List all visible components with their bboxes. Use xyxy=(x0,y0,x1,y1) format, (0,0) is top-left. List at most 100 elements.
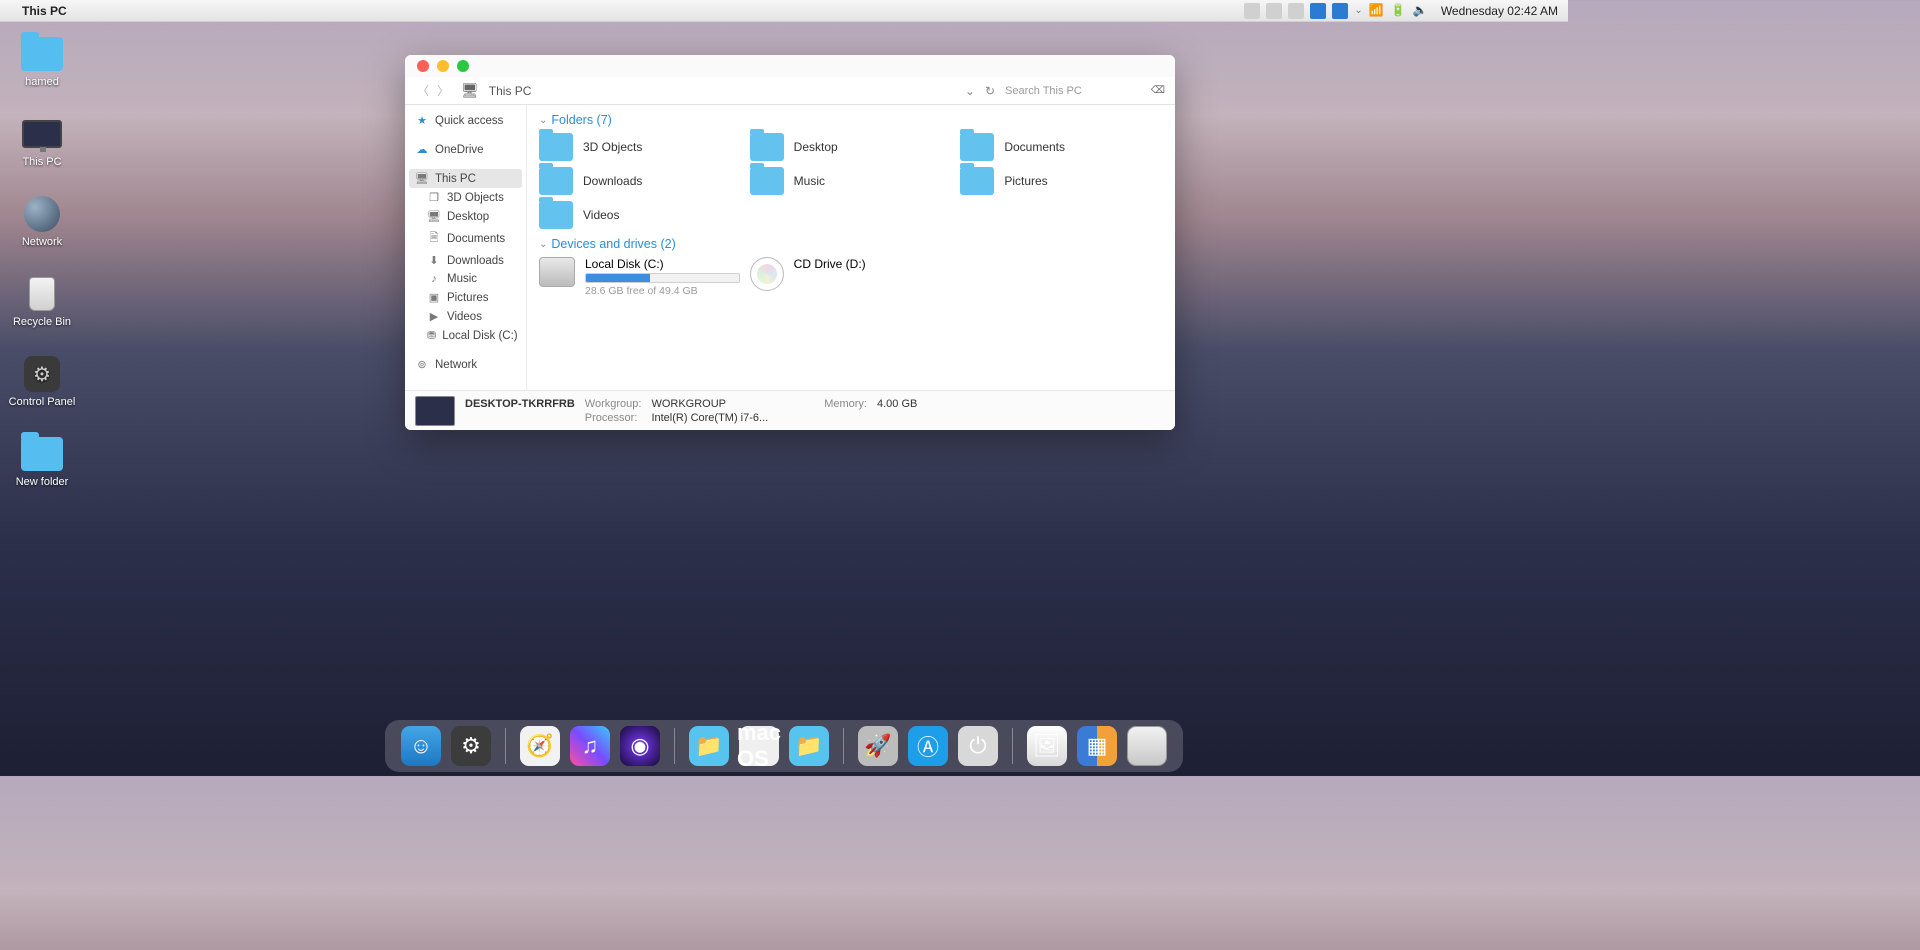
sidebar-thispc[interactable]: 🖥This PC xyxy=(409,169,522,188)
chevron-down-icon: ⌄ xyxy=(539,115,547,126)
sidebar-network[interactable]: ⊚Network xyxy=(405,355,526,374)
minimize-button[interactable] xyxy=(437,60,449,72)
folder-3dobjects[interactable]: 3D Objects xyxy=(539,133,742,161)
processor-label: Processor: xyxy=(585,412,642,424)
battery-icon[interactable]: 🔋 xyxy=(1391,3,1407,19)
edge-icon[interactable] xyxy=(1310,3,1326,19)
explorer-window: 〈 〉 🖥 This PC ⌄ ↻ Search This PC ⌫ ★Quic… xyxy=(405,55,1175,430)
dock-photos[interactable]: 🖼 xyxy=(1027,726,1067,766)
section-folders-header[interactable]: ⌄ Folders (7) xyxy=(539,113,1163,127)
dock-finder[interactable]: ☺ xyxy=(401,726,441,766)
sidebar-videos[interactable]: ▶Videos xyxy=(405,307,526,326)
tray-chevron-icon[interactable]: ⌄ xyxy=(1354,5,1362,16)
sidebar-quickaccess[interactable]: ★Quick access xyxy=(405,111,526,130)
cd-icon xyxy=(750,257,784,291)
dock-separator xyxy=(505,728,506,764)
nav-forward-button[interactable]: 〉 xyxy=(435,83,451,99)
statusbar: DESKTOP-TKRRFRB Workgroup: WORKGROUP Mem… xyxy=(405,390,1175,430)
workgroup-label: Workgroup: xyxy=(585,398,642,410)
dock-power[interactable]: ⏻ xyxy=(958,726,998,766)
dock-itunes[interactable]: ♫ xyxy=(570,726,610,766)
tray-icon[interactable] xyxy=(1266,3,1282,19)
network-icon: ⊚ xyxy=(415,358,429,371)
edge-icon[interactable] xyxy=(1332,3,1348,19)
dock-folder[interactable]: 📁 xyxy=(789,726,829,766)
wifi-icon[interactable]: 📶 xyxy=(1369,3,1385,19)
refresh-icon[interactable]: ↻ xyxy=(985,84,995,98)
memory-value: 4.00 GB xyxy=(877,398,917,410)
dock-folder[interactable]: 📁 xyxy=(689,726,729,766)
star-icon: ★ xyxy=(415,114,429,127)
chevron-down-icon: ⌄ xyxy=(539,239,547,250)
clear-icon[interactable]: ⌫ xyxy=(1151,85,1165,96)
desktop-icon-thispc[interactable]: This PC xyxy=(6,114,78,168)
close-button[interactable] xyxy=(417,60,429,72)
volume-icon[interactable]: 🔈 xyxy=(1413,3,1429,19)
desktop-icon: 🖥 xyxy=(427,210,441,223)
dock-siri[interactable]: ◉ xyxy=(620,726,660,766)
drive-free-text: 28.6 GB free of 49.4 GB xyxy=(585,285,740,297)
sidebar-3dobjects[interactable]: ❒3D Objects xyxy=(405,188,526,207)
drive-label: CD Drive (D:) xyxy=(794,257,866,271)
gear-icon: ⚙ xyxy=(24,356,60,392)
computer-thumb-icon xyxy=(415,396,455,426)
sidebar-documents[interactable]: 🗎Documents xyxy=(405,226,526,251)
sidebar-onedrive[interactable]: ☁OneDrive xyxy=(405,140,526,159)
tray-icon[interactable] xyxy=(1244,3,1260,19)
dock-safari[interactable]: 🧭 xyxy=(520,726,560,766)
folder-music[interactable]: Music xyxy=(750,167,953,195)
dock-separator xyxy=(674,728,675,764)
desktop-icon-newfolder[interactable]: New folder xyxy=(6,434,78,488)
folder-icon xyxy=(21,37,63,71)
dock-taskview[interactable]: ▦ xyxy=(1077,726,1117,766)
dock-macos[interactable]: macOS xyxy=(739,726,779,766)
desktop-icon-label: Recycle Bin xyxy=(13,316,71,328)
folder-documents[interactable]: Documents xyxy=(960,133,1163,161)
desktop-icon-hamed[interactable]: hamed xyxy=(6,34,78,88)
sidebar: ★Quick access ☁OneDrive 🖥This PC ❒3D Obj… xyxy=(405,105,527,390)
breadcrumb[interactable]: This PC xyxy=(489,84,532,98)
dock-trash[interactable] xyxy=(1127,726,1167,766)
menubar-clock[interactable]: Wednesday 02:42 AM xyxy=(1441,4,1558,18)
dock-appstore[interactable]: Ⓐ xyxy=(908,726,948,766)
music-icon: ♪ xyxy=(427,273,441,285)
menubar-app-title[interactable]: This PC xyxy=(22,4,67,18)
sidebar-music[interactable]: ♪Music xyxy=(405,270,526,288)
monitor-icon: 🖥 xyxy=(461,82,479,99)
memory-label: Memory: xyxy=(824,398,867,410)
window-titlebar[interactable] xyxy=(405,55,1175,77)
folder-icon xyxy=(539,167,573,195)
desktop-icon-label: This PC xyxy=(22,156,61,168)
folder-videos[interactable]: Videos xyxy=(539,201,742,229)
network-icon xyxy=(24,196,60,232)
download-icon: ⬇ xyxy=(427,254,441,267)
dock-separator xyxy=(843,728,844,764)
disk-icon: ⛃ xyxy=(427,329,436,342)
desktop-icon-controlpanel[interactable]: ⚙Control Panel xyxy=(6,354,78,408)
folder-pictures[interactable]: Pictures xyxy=(960,167,1163,195)
sidebar-pictures[interactable]: ▣Pictures xyxy=(405,288,526,307)
dock-preferences[interactable]: ⚙ xyxy=(451,726,491,766)
nav-back-button[interactable]: 〈 xyxy=(415,83,431,99)
sidebar-downloads[interactable]: ⬇Downloads xyxy=(405,251,526,270)
breadcrumb-dropdown-icon[interactable]: ⌄ xyxy=(965,84,975,98)
desktop-icon-network[interactable]: Network xyxy=(6,194,78,248)
folder-desktop[interactable]: Desktop xyxy=(750,133,953,161)
drive-cd-d[interactable]: CD Drive (D:) xyxy=(750,257,953,297)
monitor-icon: 🖥 xyxy=(415,172,429,185)
maximize-button[interactable] xyxy=(457,60,469,72)
sidebar-desktop[interactable]: 🖥Desktop xyxy=(405,207,526,226)
sidebar-localdisk[interactable]: ⛃Local Disk (C:) xyxy=(405,326,526,345)
desktop-icon-label: Network xyxy=(22,236,62,248)
drive-local-c[interactable]: Local Disk (C:) 28.6 GB free of 49.4 GB xyxy=(539,257,742,297)
disk-icon xyxy=(539,257,575,287)
desktop-icon-recyclebin[interactable]: Recycle Bin xyxy=(6,274,78,328)
cube-icon: ❒ xyxy=(427,191,441,204)
section-drives-header[interactable]: ⌄ Devices and drives (2) xyxy=(539,237,1163,251)
tray-icon[interactable] xyxy=(1288,3,1304,19)
folder-icon xyxy=(750,133,784,161)
folder-icon xyxy=(960,133,994,161)
dock-launchpad[interactable]: 🚀 xyxy=(858,726,898,766)
search-input[interactable]: Search This PC ⌫ xyxy=(1005,82,1165,100)
folder-downloads[interactable]: Downloads xyxy=(539,167,742,195)
